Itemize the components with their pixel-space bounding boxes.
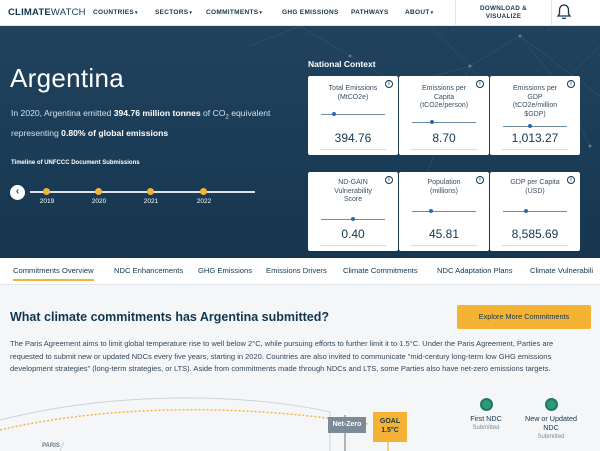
explore-more-commitments-button[interactable]: Explore More Commitments	[457, 305, 591, 329]
card-population: i Population (millions) 45.81	[399, 172, 489, 251]
timeline-year: 2020	[91, 198, 107, 205]
goal-temperature: 1.5°C	[381, 427, 399, 434]
card-value: 8,585.69	[511, 227, 559, 241]
card-value: 0.40	[341, 227, 365, 241]
country-hero: Argentina In 2020, Argentina emitted 394…	[0, 26, 600, 258]
card-label: Emissions per Capita (tCO2e/person)	[419, 85, 469, 109]
nav-ghg-emissions[interactable]: GHG EMISSIONS	[282, 9, 339, 16]
emissions-summary: In 2020, Argentina emitted 394.76 millio…	[11, 108, 271, 138]
timeline-dot-2021[interactable]	[147, 188, 154, 195]
slider-knob	[528, 124, 533, 128]
slider-knob	[430, 120, 434, 124]
timeline-dot-2022[interactable]	[200, 188, 207, 195]
goal-label: GOAL	[379, 418, 401, 425]
card-total-emissions: i Total Emissions (MtCO2e) 394.76	[308, 76, 398, 155]
download-label-line2: VISUALIZE	[485, 13, 522, 20]
nav-pathways[interactable]: PATHWAYS	[351, 9, 389, 16]
country-title: Argentina	[10, 63, 124, 93]
nav-commitments[interactable]: COMMITMENTS▾	[206, 9, 262, 16]
indicator-slider	[503, 124, 567, 128]
tab-emissions-drivers[interactable]: Emissions Drivers	[266, 266, 327, 275]
paragraph-line: The Paris Agreement aims to limit global…	[10, 339, 554, 348]
card-label: Population (millions)	[427, 179, 461, 195]
paris-label: PARIS	[42, 443, 60, 449]
card-divider	[411, 149, 477, 150]
ndc-status: Submitted	[537, 434, 565, 440]
indicator-slider	[321, 217, 385, 221]
download-label-line1: DOWNLOAD &	[479, 5, 528, 12]
top-navigation: CLIMATEWATCH COUNTRIES▾ SECTORS▾ COMMITM…	[0, 0, 600, 26]
nav-sectors[interactable]: SECTORS▾	[155, 9, 192, 16]
tab-ndc-adaptation-plans[interactable]: NDC Adaptation Plans	[437, 266, 513, 275]
tab-climate-commitments[interactable]: Climate Commitments	[343, 266, 418, 275]
timeline-title: Timeline of UNFCCC Document Submissions	[11, 160, 140, 166]
chevron-left-icon[interactable]: ‹	[10, 185, 25, 200]
timeline-dot-2019[interactable]	[43, 188, 50, 195]
climatewatch-logo[interactable]: CLIMATEWATCH	[8, 7, 86, 18]
card-value: 394.76	[334, 131, 372, 145]
card-value: 45.81	[428, 227, 460, 241]
chevron-down-icon: ▾	[430, 10, 434, 16]
timeline-year: 2019	[39, 198, 55, 205]
tab-ghg-emissions[interactable]: GHG Emissions	[198, 266, 252, 275]
card-emissions-per-gdp: i Emissions per GDP (tCO2e/million $GDP)…	[490, 76, 580, 155]
chevron-down-icon: ▾	[189, 10, 193, 16]
updated-ndc-milestone[interactable]: New or Updated NDC Submitted	[511, 398, 591, 440]
card-label: Total Emissions (MtCO2e)	[328, 85, 378, 101]
tab-climate-vulnerability[interactable]: Climate Vulnerabili	[530, 266, 593, 275]
timeline-dot-2020[interactable]	[95, 188, 102, 195]
card-gdp-per-capita: i GDP per Capita (USD) 8,585.69	[490, 172, 580, 251]
paris-agreement-paragraph: The Paris Agreement aims to limit global…	[10, 338, 590, 376]
national-context-title: National Context	[308, 59, 376, 69]
chevron-down-icon: ▾	[134, 10, 138, 16]
net-zero-flag: Net-Zero	[328, 417, 366, 433]
timeline-year: 2022	[196, 198, 212, 205]
card-value: 8.70	[432, 131, 456, 145]
indicator-slider	[412, 120, 476, 124]
country-section-tabs: Commitments Overview NDC Enhancements GH…	[0, 258, 600, 285]
nav-countries[interactable]: COUNTRIES▾	[93, 9, 138, 16]
indicator-slider	[321, 112, 385, 116]
timeline-track	[30, 191, 255, 193]
card-label: GDP per Capita (USD)	[510, 179, 560, 195]
section-title: What climate commitments has Argentina s…	[10, 310, 330, 324]
tab-commitments-overview[interactable]: Commitments Overview	[13, 266, 94, 281]
card-value: 1,013.27	[511, 131, 559, 145]
slider-knob	[428, 209, 433, 213]
indicator-slider	[503, 209, 567, 213]
slider-knob	[351, 217, 355, 221]
card-label: Emissions per GDP (tCO2e/million $GDP)	[512, 85, 558, 118]
card-label: ND-GAIN Vulnerability Score	[334, 179, 372, 203]
nav-about[interactable]: ABOUT▾	[405, 9, 433, 16]
card-divider	[320, 149, 386, 150]
ndc-label: New or Updated NDC	[525, 414, 577, 432]
timeline-year: 2021	[143, 198, 159, 205]
card-divider	[411, 245, 477, 246]
ndc-status-icon	[479, 398, 493, 411]
goal-flag: GOAL 1.5°C	[373, 412, 407, 442]
card-emissions-per-capita: i Emissions per Capita (tCO2e/person) 8.…	[399, 76, 489, 155]
card-divider	[320, 245, 386, 246]
tab-ndc-enhancements[interactable]: NDC Enhancements	[114, 266, 183, 275]
slider-knob	[331, 112, 336, 116]
slider-knob	[524, 209, 528, 213]
ndc-status-icon	[544, 398, 558, 411]
card-nd-gain-vulnerability: i ND-GAIN Vulnerability Score 0.40	[308, 172, 398, 251]
bell-icon[interactable]	[556, 3, 572, 21]
chevron-down-icon: ▾	[259, 10, 263, 16]
paragraph-line: development strategies" (long-term strat…	[10, 364, 551, 373]
card-divider	[502, 149, 568, 150]
paragraph-line: requested to submit new or updated NDCs …	[10, 351, 552, 361]
indicator-slider	[412, 209, 476, 213]
download-visualize-button[interactable]: DOWNLOAD & VISUALIZE	[455, 0, 552, 26]
card-divider	[502, 245, 568, 246]
